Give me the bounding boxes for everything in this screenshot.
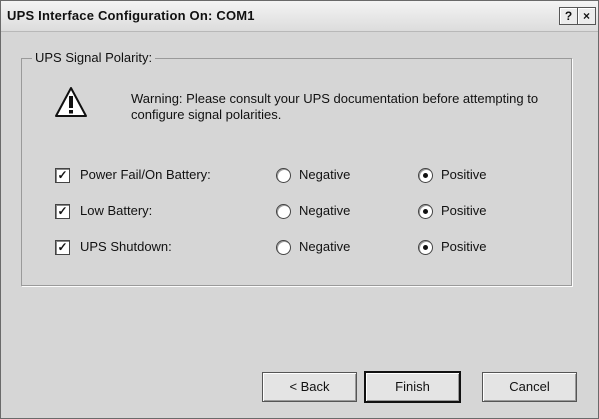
ups-shutdown-negative-radio[interactable] — [276, 240, 291, 255]
low-battery-positive-label: Positive — [441, 203, 487, 218]
power-fail-negative-radio[interactable] — [276, 168, 291, 183]
help-button[interactable]: ? — [559, 7, 578, 25]
cancel-button[interactable]: Cancel — [482, 372, 577, 402]
warning-icon — [55, 87, 87, 117]
low-battery-negative-radio[interactable] — [276, 204, 291, 219]
ups-shutdown-checkbox[interactable]: ✓ — [55, 240, 70, 255]
low-battery-checkbox[interactable]: ✓ — [55, 204, 70, 219]
radio-selected-dot — [423, 173, 428, 178]
signal-polarity-group: UPS Signal Polarity: Warning: Please con… — [21, 50, 572, 286]
power-fail-positive-radio[interactable] — [418, 168, 433, 183]
window-title: UPS Interface Configuration On: COM1 — [7, 8, 255, 23]
group-label: UPS Signal Polarity: — [32, 50, 156, 65]
radio-selected-dot — [423, 245, 428, 250]
low-battery-label: Low Battery: — [80, 203, 153, 218]
power-fail-label: Power Fail/On Battery: — [80, 167, 211, 182]
back-button[interactable]: < Back — [262, 372, 357, 402]
power-fail-positive-label: Positive — [441, 167, 487, 182]
low-battery-positive-radio[interactable] — [418, 204, 433, 219]
power-fail-checkbox[interactable]: ✓ — [55, 168, 70, 183]
close-button[interactable]: × — [577, 7, 596, 25]
ups-shutdown-negative-label: Negative — [299, 239, 351, 254]
title-bar[interactable]: UPS Interface Configuration On: COM1 ? × — [1, 1, 598, 32]
dialog-window: UPS Interface Configuration On: COM1 ? ×… — [0, 0, 599, 419]
warning-text: Warning: Please consult your UPS documen… — [131, 91, 539, 122]
signal-row-ups-shutdown: ✓ UPS Shutdown: Negative Positive — [22, 239, 571, 259]
ups-shutdown-positive-label: Positive — [441, 239, 487, 254]
ups-shutdown-positive-radio[interactable] — [418, 240, 433, 255]
signal-row-power-fail: ✓ Power Fail/On Battery: Negative Positi… — [22, 167, 571, 187]
signal-row-low-battery: ✓ Low Battery: Negative Positive — [22, 203, 571, 223]
power-fail-negative-label: Negative — [299, 167, 351, 182]
low-battery-negative-label: Negative — [299, 203, 351, 218]
ups-shutdown-label: UPS Shutdown: — [80, 239, 172, 254]
finish-button[interactable]: Finish — [364, 371, 461, 403]
radio-selected-dot — [423, 209, 428, 214]
